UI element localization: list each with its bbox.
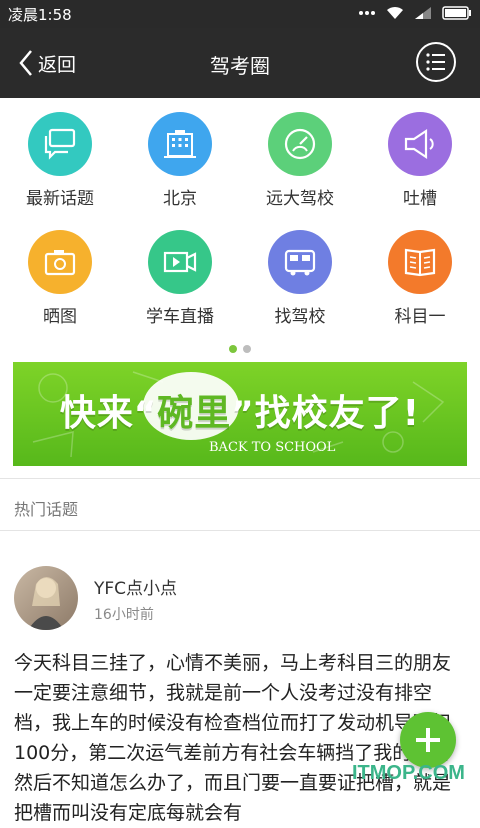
status-bar: 凌晨1:58 (0, 0, 480, 28)
section-divider (0, 478, 480, 479)
grid-icon-circle (148, 230, 212, 294)
book-icon (404, 248, 436, 277)
pager-dot[interactable] (243, 345, 251, 353)
grid-item-photos[interactable]: 晒图 (0, 216, 120, 336)
grid-icon-circle (28, 112, 92, 176)
grid-item-subject-one[interactable]: 科目一 (360, 216, 480, 336)
avatar[interactable] (14, 566, 78, 630)
category-grid: 最新话题 北京 远大驾校 吐槽 晒图 学车直播 找驾校 科目一 (0, 98, 480, 338)
hot-topics-heading: 热门话题 (14, 500, 79, 519)
nav-bar: 返回 驾考圈 (0, 28, 480, 98)
grid-item-complaints[interactable]: 吐槽 (360, 98, 480, 218)
grid-label: 学车直播 (146, 307, 214, 327)
list-menu-icon (426, 53, 445, 71)
grid-icon-circle (268, 230, 332, 294)
chat-bubbles-icon (44, 128, 76, 160)
grid-label: 找驾校 (274, 307, 326, 327)
banner-close-quote: ” (231, 394, 255, 434)
megaphone-icon (404, 128, 434, 160)
battery-icon (442, 6, 471, 20)
promo-banner[interactable]: 快来“碗里”找校友了! BACK TO SCHOOL (13, 362, 467, 466)
post-body-text[interactable]: 今天科目三挂了，心情不美丽，马上考科目三的朋友一定要注意细节，我就是前一个人没考… (14, 648, 466, 828)
page-title: 驾考圈 (210, 54, 270, 78)
banner-pre: 快来 (59, 393, 134, 434)
section-divider (0, 530, 480, 531)
post-timestamp: 16小时前 (94, 607, 154, 623)
menu-button[interactable] (416, 42, 456, 82)
building-icon (164, 130, 196, 158)
watermark-text: ITMOP.COM (352, 762, 465, 784)
grid-item-beijing[interactable]: 北京 (120, 98, 240, 218)
pager-dots (0, 345, 480, 353)
banner-headline: 快来“碗里”找校友了! (13, 384, 467, 436)
grid-label: 晒图 (43, 307, 77, 327)
grid-icon-circle (388, 112, 452, 176)
dots-icon (359, 11, 375, 15)
grid-icon-circle (388, 230, 452, 294)
plus-icon (416, 728, 440, 752)
video-icon (163, 251, 197, 273)
post-username[interactable]: YFC点小点 (94, 574, 177, 599)
grid-label: 远大驾校 (266, 189, 334, 209)
grid-item-latest-topics[interactable]: 最新话题 (0, 98, 120, 218)
banner-open-quote: “ (133, 394, 158, 434)
grid-icon-circle (268, 112, 332, 176)
grid-icon-circle (28, 230, 92, 294)
add-post-button[interactable] (400, 712, 456, 768)
speedometer-icon (284, 128, 316, 160)
bus-icon (284, 249, 316, 276)
pager-dot-active[interactable] (229, 345, 237, 353)
avatar-photo (28, 577, 64, 630)
banner-post: 找校友了! (254, 393, 421, 434)
banner-quoted: 碗里 (157, 393, 232, 434)
banner-subtitle: BACK TO SCHOOL (209, 440, 336, 455)
status-time: 凌晨1:58 (8, 6, 72, 24)
grid-label: 最新话题 (26, 189, 94, 209)
grid-icon-circle (148, 112, 212, 176)
status-icons (358, 6, 472, 20)
grid-label: 科目一 (394, 307, 446, 327)
grid-item-find-school[interactable]: 找驾校 (240, 216, 360, 336)
grid-label: 吐槽 (403, 189, 437, 209)
grid-item-live[interactable]: 学车直播 (120, 216, 240, 336)
grid-item-yuanda-school[interactable]: 远大驾校 (240, 98, 360, 218)
signal-icon (415, 7, 431, 19)
grid-label: 北京 (163, 189, 197, 209)
camera-icon (44, 250, 76, 276)
wifi-icon (387, 6, 403, 19)
